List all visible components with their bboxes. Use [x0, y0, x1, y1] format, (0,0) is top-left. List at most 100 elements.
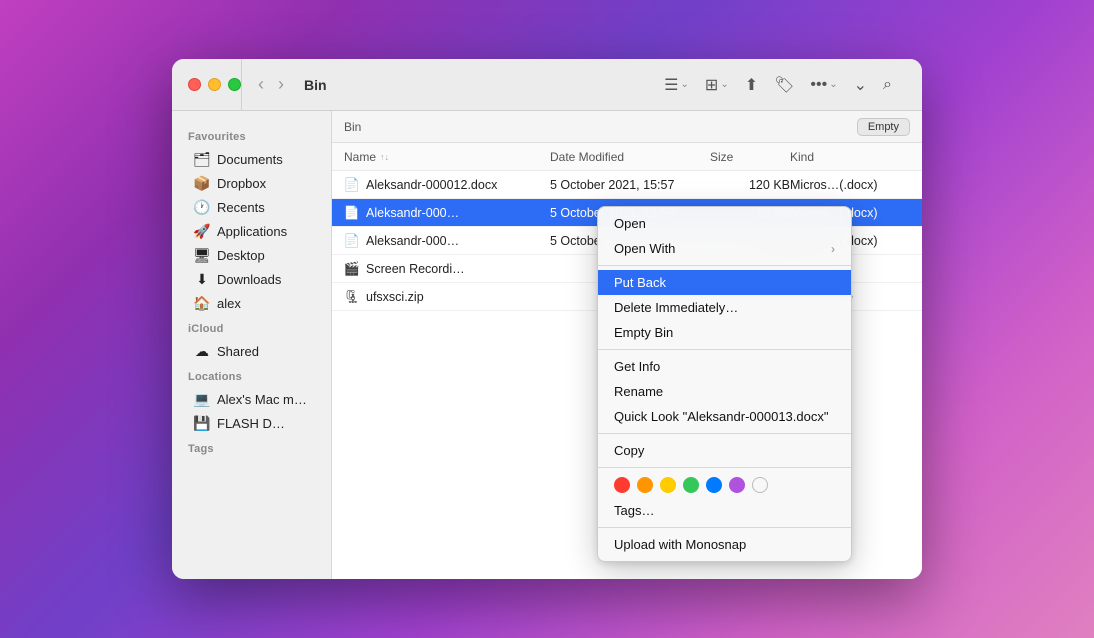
- col-header-date: Date Modified: [550, 150, 710, 164]
- more-button[interactable]: ••• ⌄: [804, 72, 843, 98]
- content-header: Bin Empty: [332, 111, 922, 143]
- ctx-get-info[interactable]: Get Info: [598, 354, 851, 379]
- sidebar-favourites-label: Favourites: [172, 123, 331, 147]
- sidebar-item-label-flash: FLASH D…: [217, 416, 285, 431]
- tag-button[interactable]: 🏷: [768, 71, 800, 99]
- file-name-cell: 📄 Aleksandr-000012.docx: [344, 177, 550, 193]
- sidebar-item-alex[interactable]: 🏠 alex: [178, 291, 325, 315]
- grid-view-button[interactable]: ⊞ ⌄: [699, 71, 735, 99]
- col-header-size: Size: [710, 150, 790, 164]
- main-area: Favourites 🗂 Documents 📦 Dropbox 🕐 Recen…: [172, 111, 922, 579]
- sidebar-item-downloads[interactable]: ⬇ Downloads: [178, 267, 325, 291]
- ctx-put-back[interactable]: Put Back: [598, 270, 851, 295]
- list-view-icon: ☰: [664, 75, 678, 95]
- file-icon: 🗜: [344, 289, 360, 305]
- applications-icon: 🚀: [194, 223, 210, 239]
- search-icon: ⌕: [883, 76, 892, 94]
- sidebar-item-label-alexmac: Alex's Mac m…: [217, 392, 307, 407]
- file-icon: 📄: [344, 205, 360, 221]
- back-button[interactable]: ‹: [254, 72, 268, 97]
- sidebar-item-label-alex: alex: [217, 296, 241, 311]
- documents-icon: 🗂: [194, 151, 210, 167]
- sidebar-locations-label: Locations: [172, 363, 331, 387]
- sidebar-icloud-label: iCloud: [172, 315, 331, 339]
- ctx-copy[interactable]: Copy: [598, 438, 851, 463]
- sidebar-item-documents[interactable]: 🗂 Documents: [178, 147, 325, 171]
- flash-icon: 💾: [194, 415, 210, 431]
- shared-icon: ☁: [194, 343, 210, 359]
- search-button[interactable]: ⌕: [877, 72, 898, 98]
- sidebar-item-shared[interactable]: ☁ Shared: [178, 339, 325, 363]
- tag-dot-purple[interactable]: [729, 477, 745, 493]
- file-date: 5 October 2021, 15:57: [550, 178, 710, 192]
- alexmac-icon: 💻: [194, 391, 210, 407]
- sidebar-item-applications[interactable]: 🚀 Applications: [178, 219, 325, 243]
- ctx-divider: [598, 265, 851, 266]
- recents-icon: 🕐: [194, 199, 210, 215]
- file-size: 120 KB: [710, 178, 790, 192]
- chevron-button[interactable]: ⌄: [848, 71, 873, 99]
- dropbox-icon: 📦: [194, 175, 210, 191]
- share-button[interactable]: ⬆: [739, 71, 764, 99]
- close-button[interactable]: [188, 78, 201, 91]
- tag-dot-blue[interactable]: [706, 477, 722, 493]
- window-title: Bin: [304, 77, 327, 93]
- content-header-label: Bin: [344, 120, 361, 134]
- tag-dot-red[interactable]: [614, 477, 630, 493]
- file-icon: 📄: [344, 233, 360, 249]
- col-header-name: Name ↑↓: [344, 150, 550, 164]
- sidebar-item-label-documents: Documents: [217, 152, 283, 167]
- ctx-quick-look[interactable]: Quick Look "Aleksandr-000013.docx": [598, 404, 851, 429]
- file-name: Aleksandr-000012.docx: [366, 178, 497, 192]
- table-row[interactable]: 📄 Aleksandr-000012.docx 5 October 2021, …: [332, 171, 922, 199]
- file-kind: Micros…(.docx): [790, 178, 910, 192]
- ctx-rename[interactable]: Rename: [598, 379, 851, 404]
- ctx-upload-monosnap[interactable]: Upload with Monosnap: [598, 532, 851, 557]
- file-name-cell: 📄 Aleksandr-000…: [344, 233, 550, 249]
- list-view-button[interactable]: ☰ ⌄: [658, 71, 695, 99]
- ctx-tags[interactable]: Tags…: [598, 498, 851, 523]
- tag-dot-yellow[interactable]: [660, 477, 676, 493]
- content-area: Bin Empty Name ↑↓ Date Modified Size: [332, 111, 922, 579]
- share-icon: ⬆: [745, 75, 758, 95]
- downloads-icon: ⬇: [194, 271, 210, 287]
- sidebar-item-alexmac[interactable]: 💻 Alex's Mac m…: [178, 387, 325, 411]
- forward-button[interactable]: ›: [274, 72, 288, 97]
- file-name-cell: 🎬 Screen Recordi…: [344, 261, 550, 277]
- traffic-lights: [188, 78, 241, 91]
- tag-dot-orange[interactable]: [637, 477, 653, 493]
- tag-dot-empty[interactable]: [752, 477, 768, 493]
- minimize-button[interactable]: [208, 78, 221, 91]
- grid-view-caret: ⌄: [720, 79, 728, 90]
- ctx-delete-immediately[interactable]: Delete Immediately…: [598, 295, 851, 320]
- context-menu: Open Open With › Put Back Delete Immedia…: [597, 206, 852, 562]
- tag-icon: 🏷: [774, 75, 794, 95]
- sidebar: Favourites 🗂 Documents 📦 Dropbox 🕐 Recen…: [172, 111, 332, 579]
- maximize-button[interactable]: [228, 78, 241, 91]
- ctx-open-with[interactable]: Open With ›: [598, 236, 851, 261]
- ctx-empty-bin[interactable]: Empty Bin: [598, 320, 851, 345]
- col-header-kind: Kind: [790, 150, 910, 164]
- ctx-divider: [598, 467, 851, 468]
- empty-button[interactable]: Empty: [857, 118, 910, 136]
- sidebar-item-dropbox[interactable]: 📦 Dropbox: [178, 171, 325, 195]
- sidebar-item-desktop[interactable]: 🖥 Desktop: [178, 243, 325, 267]
- file-name: Aleksandr-000…: [366, 206, 459, 220]
- sidebar-item-flash[interactable]: 💾 FLASH D…: [178, 411, 325, 435]
- ctx-divider: [598, 527, 851, 528]
- finder-window: ‹ › Bin ☰ ⌄ ⊞ ⌄ ⬆ 🏷 ••• ⌄: [172, 59, 922, 579]
- sidebar-item-recents[interactable]: 🕐 Recents: [178, 195, 325, 219]
- file-name: Aleksandr-000…: [366, 234, 459, 248]
- grid-view-icon: ⊞: [705, 75, 718, 95]
- table-header: Name ↑↓ Date Modified Size Kind: [332, 143, 922, 171]
- ctx-tags-row: [598, 472, 851, 498]
- ctx-divider: [598, 349, 851, 350]
- more-caret: ⌄: [829, 79, 837, 90]
- chevron-icon: ⌄: [854, 75, 867, 95]
- tag-dot-green[interactable]: [683, 477, 699, 493]
- file-name: Screen Recordi…: [366, 262, 465, 276]
- sidebar-item-label-downloads: Downloads: [217, 272, 281, 287]
- sidebar-item-label-recents: Recents: [217, 200, 265, 215]
- ctx-open[interactable]: Open: [598, 211, 851, 236]
- file-name-cell: 📄 Aleksandr-000…: [344, 205, 550, 221]
